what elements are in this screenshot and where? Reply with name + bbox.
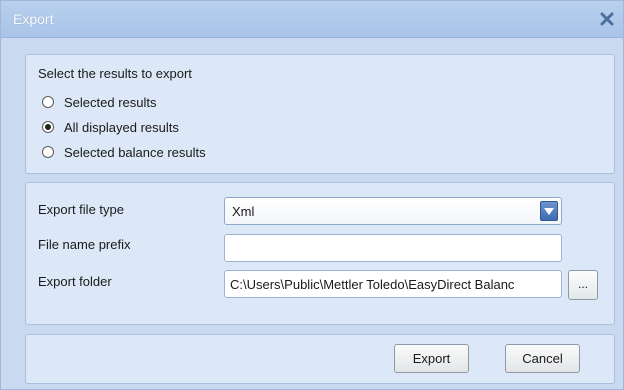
chevron-down-icon xyxy=(544,208,554,215)
results-panel: Select the results to export Selected re… xyxy=(25,54,615,174)
cancel-button[interactable]: Cancel xyxy=(505,344,580,373)
radio-all-displayed-results[interactable]: All displayed results xyxy=(42,118,179,136)
radio-button[interactable] xyxy=(42,146,54,158)
radio-button-checked[interactable] xyxy=(42,121,54,133)
export-file-type-label: Export file type xyxy=(38,202,124,217)
radio-label: Selected balance results xyxy=(64,144,206,160)
select-value: Xml xyxy=(232,204,255,219)
button-panel: Export Cancel xyxy=(25,334,615,384)
radio-label: Selected results xyxy=(64,94,157,110)
title-bar[interactable]: Export xyxy=(1,1,623,38)
close-button[interactable] xyxy=(597,9,617,29)
export-dialog: Export Select the results to export Sele… xyxy=(0,0,624,390)
export-file-type-select[interactable]: Xml xyxy=(224,197,562,225)
file-settings-panel: Export file type Xml File name prefix Ex… xyxy=(25,182,615,325)
export-folder-label: Export folder xyxy=(38,274,112,289)
radio-label: All displayed results xyxy=(64,119,179,135)
radio-selected-results[interactable]: Selected results xyxy=(42,93,157,111)
export-button[interactable]: Export xyxy=(394,344,469,373)
radio-button[interactable] xyxy=(42,96,54,108)
export-folder-input[interactable] xyxy=(224,270,562,298)
radio-selected-balance-results[interactable]: Selected balance results xyxy=(42,143,206,161)
dialog-title: Export xyxy=(13,11,54,27)
browse-button[interactable]: ... xyxy=(568,270,598,300)
file-name-prefix-label: File name prefix xyxy=(38,237,131,252)
dropdown-button[interactable] xyxy=(540,201,558,221)
file-name-prefix-input[interactable] xyxy=(224,234,562,262)
close-icon xyxy=(597,9,617,29)
results-section-label: Select the results to export xyxy=(38,66,192,81)
